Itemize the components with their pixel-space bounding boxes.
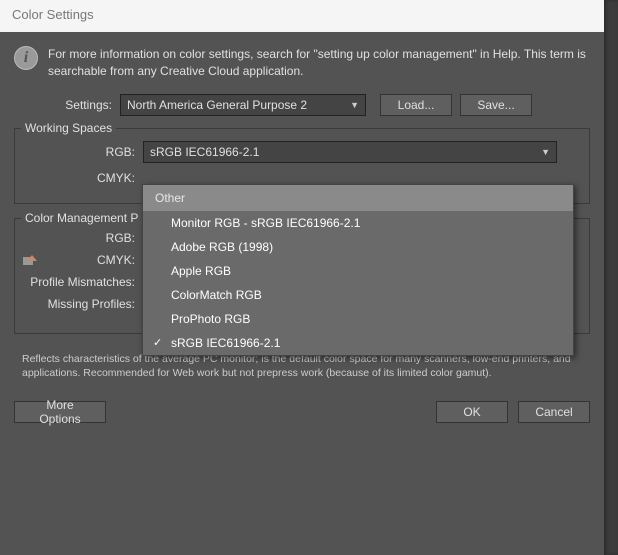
rgb-option[interactable]: ProPhoto RGB <box>143 307 573 331</box>
info-text: For more information on color settings, … <box>48 46 590 80</box>
policy-cmyk-label: CMYK: <box>25 253 135 267</box>
rgb-option[interactable]: Adobe RGB (1998) <box>143 235 573 259</box>
chevron-down-icon: ▼ <box>541 147 550 157</box>
warning-icon <box>23 255 39 267</box>
dropdown-section-header: Other <box>143 185 573 211</box>
save-button[interactable]: Save... <box>460 94 532 116</box>
working-spaces-title: Working Spaces <box>21 121 116 135</box>
load-button[interactable]: Load... <box>380 94 452 116</box>
policies-title: Color Management P <box>21 211 142 225</box>
ws-rgb-label: RGB: <box>25 145 135 159</box>
rgb-value: sRGB IEC61966-2.1 <box>150 145 259 159</box>
missing-label: Missing Profiles: <box>25 297 135 311</box>
rgb-option[interactable]: Monitor RGB - sRGB IEC61966-2.1 <box>143 211 573 235</box>
window-edge <box>604 0 618 555</box>
policy-rgb-label: RGB: <box>25 231 135 245</box>
rgb-dropdown-menu: Other Monitor RGB - sRGB IEC61966-2.1Ado… <box>142 184 574 356</box>
settings-value: North America General Purpose 2 <box>127 98 307 112</box>
chevron-down-icon: ▼ <box>350 100 359 110</box>
info-icon: i <box>14 46 38 70</box>
window-title: Color Settings <box>12 7 94 22</box>
more-options-button[interactable]: More Options <box>14 401 106 423</box>
mismatch-label: Profile Mismatches: <box>25 275 135 289</box>
settings-dropdown[interactable]: North America General Purpose 2 ▼ <box>120 94 366 116</box>
rgb-option[interactable]: Apple RGB <box>143 259 573 283</box>
settings-label: Settings: <box>54 98 112 112</box>
titlebar: Color Settings <box>0 0 604 32</box>
rgb-option[interactable]: ColorMatch RGB <box>143 283 573 307</box>
color-settings-dialog: Color Settings i For more information on… <box>0 0 604 555</box>
cancel-button[interactable]: Cancel <box>518 401 590 423</box>
ws-cmyk-label: CMYK: <box>25 171 135 185</box>
rgb-option[interactable]: sRGB IEC61966-2.1 <box>143 331 573 355</box>
rgb-dropdown[interactable]: sRGB IEC61966-2.1 ▼ <box>143 141 557 163</box>
ok-button[interactable]: OK <box>436 401 508 423</box>
